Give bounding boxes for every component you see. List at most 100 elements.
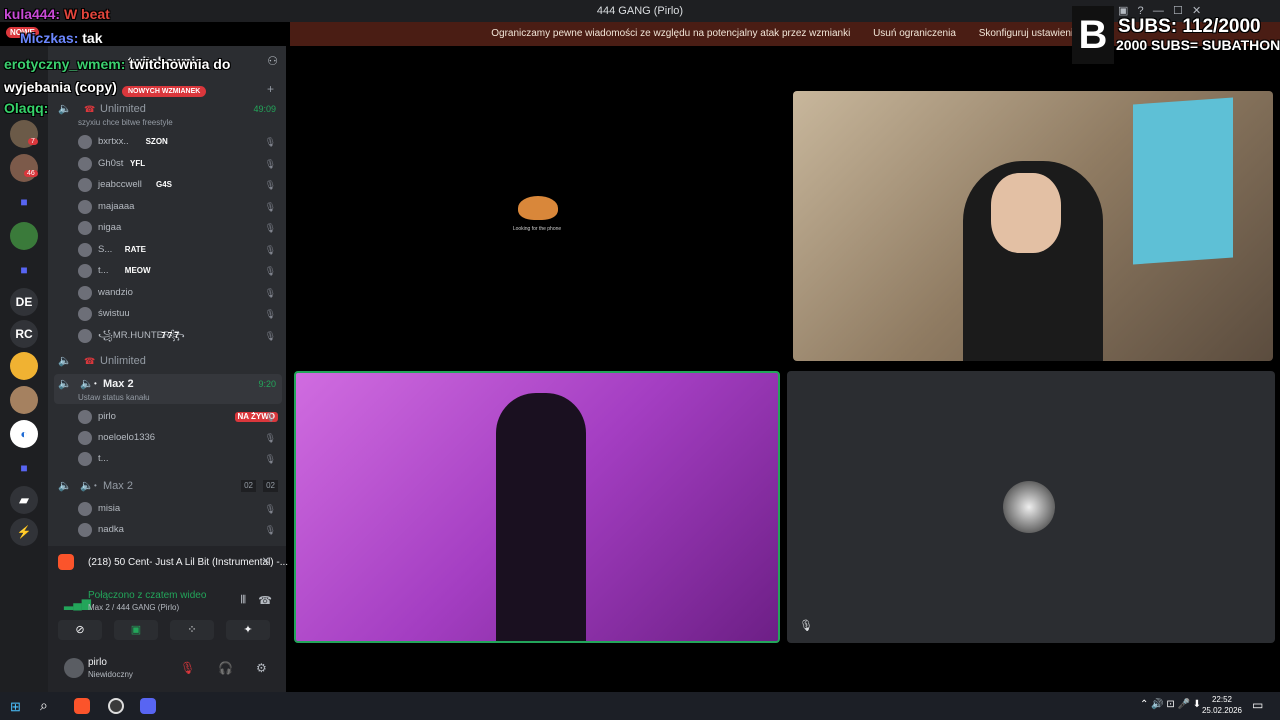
member-avatar	[78, 135, 92, 149]
remove-restrictions-link[interactable]: Usuń ograniczenia	[873, 28, 956, 39]
camera-toggle-button[interactable]: ⊘	[58, 620, 102, 640]
mic-muted-icon: 🎙	[264, 454, 276, 464]
chat-user: kula444:	[4, 6, 61, 22]
member-avatar	[78, 452, 92, 466]
speaker-icon: 🔈	[80, 480, 94, 492]
member-row[interactable]: nadka 🎙	[48, 520, 286, 540]
member-row[interactable]: noeloelo1336 🎙	[48, 428, 286, 448]
video-tile-webcam[interactable]	[793, 91, 1273, 361]
chat-line: Olaqq:	[4, 100, 48, 116]
speaker-icon: 🔈	[58, 480, 72, 492]
bmw-icon[interactable]: ◐	[10, 420, 38, 448]
chat-user: Miczkas:	[20, 30, 79, 46]
member-name: majaaaa	[98, 200, 135, 212]
member-name: noeloelo1336	[98, 432, 156, 443]
chat-line: kula444: W beat	[4, 6, 110, 22]
server-icon[interactable]	[10, 222, 38, 250]
member-row[interactable]: ꧁MR.HUNTER꧂ 7 7 7 🎙	[48, 326, 286, 346]
member-name: t...	[98, 453, 109, 464]
clock-time[interactable]: 22:52	[1202, 695, 1242, 704]
obs-taskbar-icon[interactable]	[108, 698, 124, 714]
discord-taskbar-icon[interactable]	[140, 698, 156, 714]
voice-status[interactable]: Połączono z czatem wideo	[88, 590, 206, 601]
server-icon[interactable]	[10, 154, 38, 182]
member-row[interactable]: pirlo NA ŻYWO 🎙	[48, 407, 286, 427]
voice-channel-unlimited-2[interactable]: 🔈 ☎ Unlimited	[48, 351, 286, 371]
noise-suppression-icon[interactable]: 𝄃𝄃	[241, 594, 246, 607]
member-row[interactable]: świstuu 🎙	[48, 304, 286, 324]
user-limit: 02	[263, 480, 278, 492]
mic-muted-icon: 🎙	[264, 137, 276, 147]
start-icon[interactable]: ⊞	[10, 699, 21, 715]
settings-gear-icon[interactable]: ⚙	[256, 661, 267, 675]
member-row[interactable]: nigaa 🎙	[48, 218, 286, 238]
member-tag: G4S	[156, 180, 173, 189]
disconnect-icon[interactable]: ☎	[258, 594, 272, 607]
channel-logo: B	[1072, 6, 1114, 64]
add-channel-icon[interactable]: +	[267, 82, 274, 96]
mic-muted-icon: 🎙	[264, 525, 276, 535]
member-row[interactable]: jeabccwell G4S 🎙	[48, 175, 286, 195]
voice-location[interactable]: Max 2 / 444 GANG (Pirlo)	[88, 603, 179, 612]
screen-share-button[interactable]: ▣	[114, 620, 158, 640]
activities-button[interactable]: ⁘	[170, 620, 214, 640]
server-icon[interactable]: ▰	[10, 486, 38, 514]
video-tile-looking[interactable]: Looking for the phone	[292, 46, 780, 364]
mic-muted-icon: 🎙	[264, 287, 276, 298]
channel-name: Unlimited	[100, 103, 146, 115]
notification-icon[interactable]: ▭	[1252, 698, 1263, 712]
member-name: Gh0st	[98, 157, 124, 169]
folder-icon[interactable]: ■	[10, 454, 38, 482]
chat-user: Olaqq:	[4, 100, 49, 116]
brave-taskbar-icon[interactable]	[74, 698, 90, 714]
server-de[interactable]: DE	[10, 288, 38, 316]
video-grid: Looking for the phone 🎙	[290, 46, 1280, 692]
voice-channel-max2-b[interactable]: 🔈 🔈 • Max 2 02 02	[48, 476, 286, 496]
cat-gif	[518, 196, 558, 220]
dot-separator: •	[94, 481, 97, 490]
emoji-server-icon[interactable]	[10, 352, 38, 380]
search-icon[interactable]: ⌕	[40, 697, 48, 714]
voice-channel-max2[interactable]: 🔈 🔈 • Max 2 9:20	[48, 374, 286, 394]
user-avatar[interactable]	[64, 658, 84, 678]
username[interactable]: pirlo	[88, 657, 107, 668]
phone-icon: ☎	[84, 356, 96, 366]
media-title[interactable]: (218) 50 Cent- Just A Lil Bit (Instrumen…	[88, 557, 288, 568]
face-shape	[991, 173, 1061, 253]
voice-channel-unlimited[interactable]: 🔈 ☎ Unlimited 49:09	[48, 99, 286, 119]
looking-caption: Looking for the phone	[512, 226, 562, 232]
member-row[interactable]: misia 🎙	[48, 499, 286, 519]
member-row[interactable]: majaaaa 🎙	[48, 197, 286, 217]
configure-settings-link[interactable]: Skonfiguruj ustawienia	[979, 28, 1079, 39]
member-row[interactable]: bxrtxx.. SZON 🎙	[48, 132, 286, 152]
member-row[interactable]: Gh0st YFL 🎙	[48, 154, 286, 174]
mute-mic-icon[interactable]: 🎙	[180, 661, 195, 675]
jersey-image	[1133, 97, 1233, 265]
video-tile-avatar[interactable]: 🎙	[787, 371, 1275, 643]
server-rc[interactable]: RC	[10, 320, 38, 348]
channel-topic: szyxiu chce bitwe freestyle	[78, 118, 173, 127]
member-row[interactable]: wandzio 🎙	[48, 283, 286, 303]
tray-icons[interactable]: ⌃ 🔊 ⊡ 🎤 ⬇	[1140, 699, 1201, 710]
member-name: t...	[98, 265, 109, 276]
member-name: bxrtxx..	[98, 136, 129, 147]
add-friend-icon[interactable]: ⚇	[267, 54, 278, 68]
folder-icon[interactable]: ■	[10, 256, 38, 284]
video-tile-pirlo[interactable]	[294, 371, 780, 643]
folder-icon[interactable]: ■	[10, 188, 38, 216]
server-icon[interactable]: ⚡	[10, 518, 38, 546]
person-silhouette	[496, 393, 586, 641]
mic-muted-icon: 🎙	[264, 201, 276, 212]
user-status: Niewidoczny	[88, 670, 133, 679]
clock-date[interactable]: 25.02.2026	[1198, 706, 1246, 715]
member-row[interactable]: S... RATE 🎙	[48, 240, 286, 260]
channel-status[interactable]: Ustaw status kanału	[78, 393, 150, 402]
soundboard-button[interactable]: ✦	[226, 620, 270, 640]
headphones-icon[interactable]: 🎧	[218, 661, 233, 675]
server-icon[interactable]	[10, 386, 38, 414]
member-name: nigaa	[98, 222, 122, 233]
member-row[interactable]: t... 🎙	[48, 449, 286, 469]
channel-name: Max 2	[103, 378, 134, 390]
close-media-icon[interactable]: ✕	[262, 556, 270, 567]
member-row[interactable]: t... MEOW 🎙	[48, 261, 286, 281]
